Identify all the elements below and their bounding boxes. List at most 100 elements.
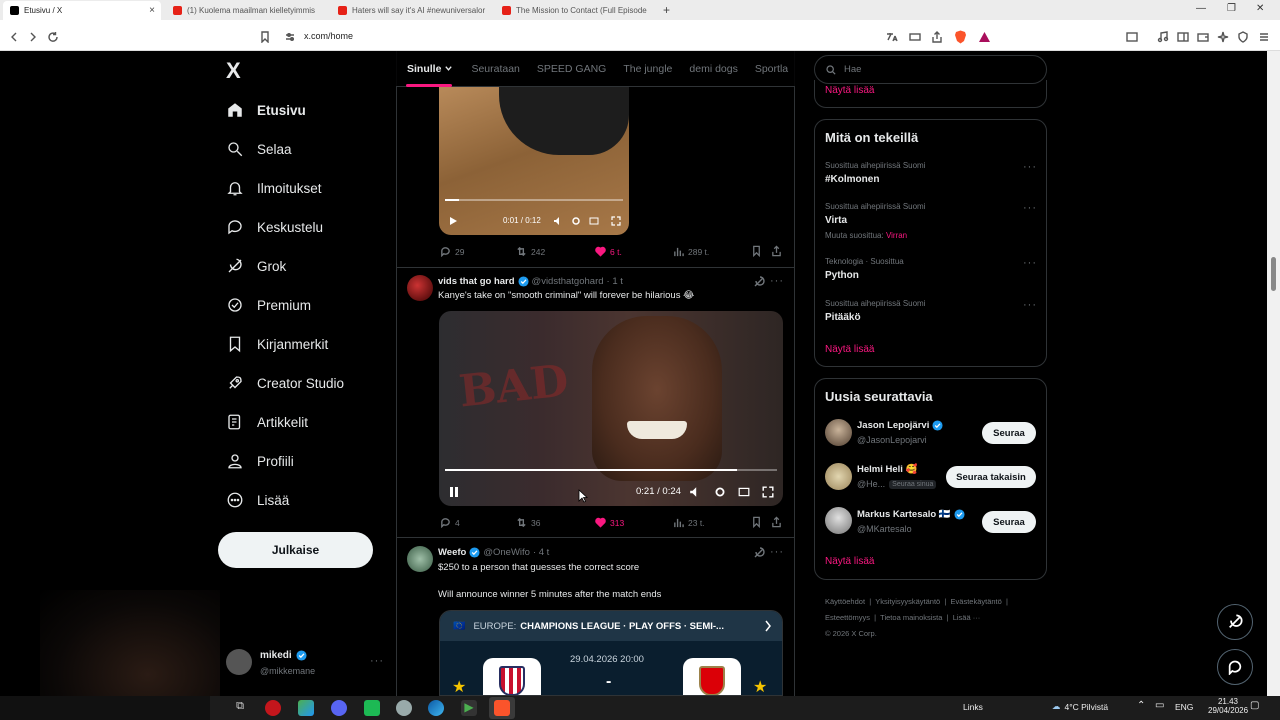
share-icon[interactable] xyxy=(931,31,943,43)
nav-item-lisää[interactable]: Lisää xyxy=(226,489,289,511)
settings-gear-icon[interactable] xyxy=(571,216,581,226)
post-more-icon[interactable]: ··· xyxy=(770,546,784,558)
avatar[interactable] xyxy=(825,507,852,534)
footer-link[interactable]: Tietoa mainoksista xyxy=(880,613,942,622)
tab-list-3[interactable]: demi dogs xyxy=(689,63,737,75)
avatar[interactable] xyxy=(407,546,433,572)
like-button[interactable]: 313 xyxy=(595,517,624,528)
nav-item-selaa[interactable]: Selaa xyxy=(226,138,292,160)
tab-list-4[interactable]: Sportla xyxy=(755,63,788,75)
show-more-link[interactable]: Näytä lisää xyxy=(825,344,874,355)
opera-icon[interactable] xyxy=(265,700,281,716)
bookmark-page-icon[interactable] xyxy=(259,31,271,43)
vpn-shield-icon[interactable] xyxy=(1237,31,1249,43)
nav-item-premium[interactable]: Premium xyxy=(226,294,311,316)
trend-more-icon[interactable]: ··· xyxy=(1023,161,1037,173)
tab-list-1[interactable]: SPEED GANG xyxy=(537,63,606,75)
clock[interactable]: 21.43 29/04/2026 xyxy=(1208,697,1248,715)
nav-item-ilmoitukset[interactable]: Ilmoitukset xyxy=(226,177,322,199)
network-icon[interactable]: ▭ xyxy=(1155,700,1164,711)
share-icon[interactable] xyxy=(771,245,782,257)
share-icon[interactable] xyxy=(771,516,782,528)
suggestion-name[interactable]: Helmi Heli 🥰 xyxy=(857,464,917,475)
match-card[interactable]: 🇪🇺 EUROPE: CHAMPIONS LEAGUE · PLAY OFFS … xyxy=(439,610,783,696)
forward-icon[interactable] xyxy=(27,31,39,43)
suggestion-name-row[interactable]: Markus Kartesalo 🇫🇮 xyxy=(857,509,965,520)
like-button[interactable]: 6 t. xyxy=(595,246,622,257)
avatar[interactable] xyxy=(825,463,852,490)
views-button[interactable]: 289 t. xyxy=(673,246,709,257)
team-crest-atletico[interactable] xyxy=(483,658,541,695)
volume-icon[interactable] xyxy=(689,486,701,498)
trend-more-icon[interactable]: ··· xyxy=(1023,299,1037,311)
nav-item-grok[interactable]: Grok xyxy=(226,255,286,277)
footer-link[interactable]: Lisää ··· xyxy=(953,613,981,622)
app-icon[interactable] xyxy=(298,700,314,716)
tray-chevron-icon[interactable]: ⌃ xyxy=(1137,700,1145,711)
video-player[interactable]: BAD 0:21 / 0:24 xyxy=(439,311,783,506)
discord-icon[interactable] xyxy=(331,700,347,716)
trend-related-link[interactable]: Virran xyxy=(886,231,907,240)
show-more-link[interactable]: Näytä lisää xyxy=(825,556,874,567)
footer-link[interactable]: Yksityisyyskäytäntö xyxy=(875,597,940,606)
media-player-icon[interactable]: ▶ xyxy=(461,700,477,716)
grok-icon[interactable] xyxy=(753,276,765,288)
scrollbar-thumb[interactable] xyxy=(1271,257,1276,291)
footer-link[interactable]: Käyttöehdot xyxy=(825,597,865,606)
trend-name[interactable]: Pitääkö xyxy=(825,312,861,323)
tab-list-2[interactable]: The jungle xyxy=(623,63,672,75)
show-more-link[interactable]: Näytä lisää xyxy=(825,85,874,96)
avatar[interactable] xyxy=(407,275,433,301)
repost-button[interactable]: 242 xyxy=(516,246,545,257)
author-handle[interactable]: @OneWifo xyxy=(483,547,530,558)
follow-button[interactable]: Seuraa xyxy=(982,511,1036,533)
nav-item-keskustelu[interactable]: Keskustelu xyxy=(226,216,323,238)
brave-icon[interactable] xyxy=(494,700,510,716)
nav-item-creator-studio[interactable]: Creator Studio xyxy=(226,372,344,394)
close-window-icon[interactable]: ✕ xyxy=(1256,3,1264,14)
reading-list-icon[interactable] xyxy=(1177,31,1189,43)
pip-icon[interactable] xyxy=(589,216,599,226)
edge-icon[interactable] xyxy=(428,700,444,716)
settings-gear-icon[interactable] xyxy=(714,486,726,498)
bookmark-icon[interactable] xyxy=(751,245,762,257)
fullscreen-icon[interactable] xyxy=(762,486,774,498)
repost-button[interactable]: 36 xyxy=(516,517,540,528)
tab-youtube-1[interactable]: (1) Kuolema maailman kielletyimmis xyxy=(166,1,326,20)
account-switcher[interactable]: mikedi xyxy=(260,650,307,661)
pause-icon[interactable] xyxy=(449,486,459,498)
tab-youtube-2[interactable]: Haters will say it's AI #newuniversalor xyxy=(331,1,491,20)
wallet-icon[interactable] xyxy=(1197,31,1209,43)
trend-name[interactable]: Python xyxy=(825,270,859,281)
reply-button[interactable]: 4 xyxy=(440,517,460,528)
tab-youtube-3[interactable]: The Mission to Contact (Full Episode xyxy=(495,1,655,20)
translate-icon[interactable] xyxy=(886,31,898,43)
volume-icon[interactable] xyxy=(553,216,563,226)
post-time[interactable]: · 4 t xyxy=(533,547,549,558)
leo-ai-icon[interactable] xyxy=(1217,31,1229,43)
account-more-icon[interactable]: ··· xyxy=(370,655,384,667)
author-name[interactable]: Weefo xyxy=(438,547,466,558)
new-tab-button[interactable]: + xyxy=(663,3,670,17)
trend-more-icon[interactable]: ··· xyxy=(1023,257,1037,269)
app-icon[interactable] xyxy=(364,700,380,716)
tab-for-you[interactable]: Sinulle xyxy=(407,63,441,75)
follow-back-button[interactable]: Seuraa takaisin xyxy=(946,466,1036,488)
brave-shield-icon[interactable] xyxy=(954,30,967,44)
weather-widget[interactable]: ☁ 4°C Pilvistä xyxy=(1052,701,1108,712)
grok-float-button[interactable] xyxy=(1217,604,1253,640)
sidebar-toggle-icon[interactable] xyxy=(1126,31,1138,43)
team-crest-arsenal[interactable] xyxy=(683,658,741,695)
video-progress-track[interactable] xyxy=(445,469,777,471)
trend-name[interactable]: Virta xyxy=(825,215,847,226)
footer-link[interactable]: Evästekäytäntö xyxy=(951,597,1002,606)
video-progress-track[interactable] xyxy=(445,199,623,201)
post-button[interactable]: Julkaise xyxy=(218,532,373,568)
grok-icon[interactable] xyxy=(753,547,765,559)
minimize-icon[interactable]: — xyxy=(1196,3,1206,14)
close-tab-icon[interactable]: × xyxy=(149,5,155,16)
brave-rewards-icon[interactable] xyxy=(978,31,991,43)
fullscreen-icon[interactable] xyxy=(611,216,621,226)
cast-icon[interactable] xyxy=(909,31,921,43)
nav-item-artikkelit[interactable]: Artikkelit xyxy=(226,411,308,433)
